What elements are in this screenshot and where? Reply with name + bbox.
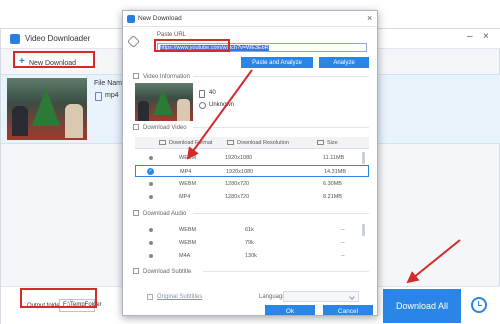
video-duration: Unknown (209, 102, 235, 108)
row-format: MP4 (179, 194, 191, 200)
col-format: Download Format (169, 140, 213, 146)
close-icon[interactable]: × (483, 31, 489, 42)
video-info-heading: Video Information (133, 73, 190, 80)
video-row[interactable]: MP4 1280x720 8.21MB (135, 191, 369, 203)
row-size: 14.31MB (324, 169, 347, 175)
audio-icon (133, 210, 139, 216)
size-icon (317, 140, 324, 145)
dialog-video-thumbnail (135, 83, 193, 121)
row-format: MP4 (180, 169, 192, 175)
app-logo-icon (10, 34, 20, 44)
row-format: M4A (179, 253, 191, 259)
subtitle-icon (133, 268, 139, 274)
radio-icon (149, 156, 153, 160)
row-size: 6.30MB (323, 181, 342, 187)
file-icon (95, 92, 102, 101)
col-size: Size (327, 140, 338, 146)
ok-button[interactable]: Ok (265, 305, 315, 315)
row-size: -- (341, 253, 345, 259)
row-size: 8.21MB (323, 194, 342, 200)
dialog-title: New Download (138, 15, 182, 22)
audio-scrollbar[interactable] (362, 224, 365, 236)
radio-icon (149, 254, 153, 258)
audio-row[interactable]: WEBM 79k -- (135, 237, 369, 249)
dialog-close-icon[interactable]: × (367, 13, 372, 23)
url-highlight (154, 39, 230, 52)
download-video-heading: Download Video (133, 124, 187, 131)
video-thumbnail (7, 78, 87, 140)
video-info-heading-text: Video Information (143, 74, 190, 80)
row-format: WEBM (179, 181, 197, 187)
download-subtitle-heading-text: Download Subtitle (143, 269, 192, 275)
info-icon (133, 73, 139, 79)
language-select[interactable] (283, 291, 359, 302)
audio-row[interactable]: WEBM 61k -- (135, 224, 369, 236)
radio-icon (149, 195, 153, 199)
minimize-icon[interactable]: – (467, 31, 473, 42)
cancel-button[interactable]: Cancel (323, 305, 373, 315)
row-size: -- (341, 227, 345, 233)
row-resolution: 1280x720 (225, 181, 250, 187)
new-download-highlight (13, 51, 95, 68)
video-table-header: Download Format Download Resolution Size (135, 137, 369, 149)
row-format: WEBM (179, 240, 197, 246)
download-subtitle-heading: Download Subtitle (133, 268, 191, 275)
col-resolution: Download Resolution (237, 140, 289, 146)
download-all-button[interactable]: Download All (383, 289, 461, 323)
dialog-logo-icon (127, 15, 135, 23)
subtitle-checkbox[interactable] (147, 294, 153, 300)
video-row[interactable]: WEBM 1920x1080 11.11MB (135, 152, 369, 164)
video-row-selected[interactable]: ✓ MP4 1920x1080 14.31MB (135, 165, 369, 177)
clock-icon (199, 102, 206, 109)
paste-and-analyze-button[interactable]: Paste and Analyze (241, 57, 313, 68)
resolution-icon (227, 140, 234, 145)
row-bitrate: 130k (245, 253, 257, 259)
radio-icon (149, 182, 153, 186)
row-resolution: 1920x1080 (225, 155, 253, 161)
radio-icon (149, 241, 153, 245)
new-download-dialog: New Download × Paste URL https://www.you… (122, 10, 378, 316)
row-resolution: 1920x1080 (226, 169, 254, 175)
row-bitrate: 61k (245, 227, 254, 233)
alarm-clock-icon[interactable] (471, 297, 487, 313)
download-audio-heading: Download Audio (133, 210, 186, 217)
check-icon: ✓ (147, 168, 154, 175)
download-video-heading-text: Download Video (143, 125, 187, 131)
row-size: -- (341, 240, 345, 246)
row-resolution: 1280x720 (225, 194, 250, 200)
download-audio-heading-text: Download Audio (143, 211, 187, 217)
file-icon (199, 90, 205, 98)
radio-icon (149, 228, 153, 232)
row-format: WEBM (179, 155, 197, 161)
dialog-titlebar: New Download × (123, 11, 377, 27)
analyze-button[interactable]: Analyze (319, 57, 369, 68)
original-subtitles-link[interactable]: Original Subtitles (157, 294, 202, 300)
video-row[interactable]: WEBM 1280x720 6.30MB (135, 178, 369, 190)
main-window-title: Video Downloader (25, 34, 91, 43)
row-format: WEBM (179, 227, 197, 233)
video-icon (133, 124, 139, 130)
row-size: 11.11MB (323, 155, 345, 161)
language-label: Language (259, 294, 286, 300)
link-icon (127, 35, 140, 48)
paste-url-label: Paste URL (157, 32, 187, 38)
output-folder-highlight (20, 288, 97, 308)
format-icon (159, 140, 166, 145)
row-bitrate: 79k (245, 240, 254, 246)
video-scrollbar[interactable] (362, 152, 365, 164)
audio-row[interactable]: M4A 130k -- (135, 250, 369, 262)
video-count: 40 (209, 90, 216, 96)
file-format: mp4 (105, 92, 119, 99)
